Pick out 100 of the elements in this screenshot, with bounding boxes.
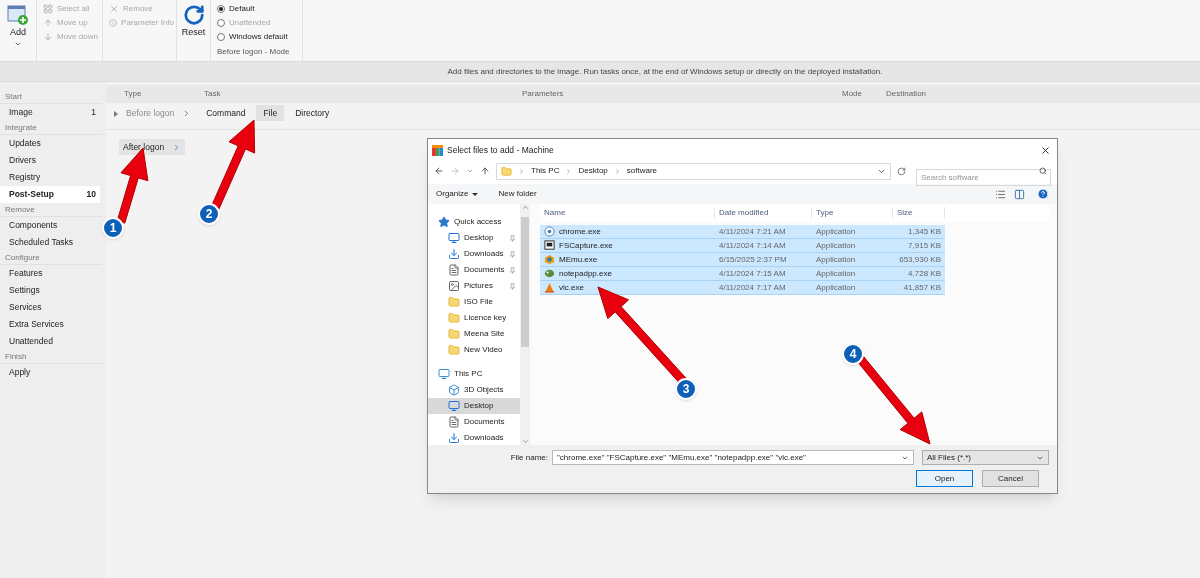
file-name: chrome.exe (559, 225, 601, 238)
task-option[interactable]: Directory (288, 105, 337, 121)
task-option[interactable]: Command (199, 105, 253, 121)
nav-item[interactable]: Quick access (428, 214, 520, 230)
column-header[interactable]: Date modified (715, 207, 812, 219)
folder-icon (448, 344, 460, 356)
nav-item[interactable]: 3D Objects (428, 382, 520, 398)
caret-icon[interactable] (466, 167, 474, 175)
nav-item[interactable]: Downloads (428, 246, 520, 262)
app-logo-icon (432, 144, 443, 156)
image-icon (448, 280, 460, 292)
sidebar-item[interactable]: Post-Setup 10 (0, 186, 100, 203)
scrollbar[interactable] (520, 204, 530, 445)
number-badge: 2 (198, 203, 220, 225)
preview-pane-icon[interactable] (1014, 188, 1025, 200)
filetype-dropdown[interactable]: All Files (*.*) (922, 450, 1049, 465)
file-row[interactable]: vlc.exe 4/11/2024 7:17 AM Application 41,857 KB (540, 281, 945, 295)
pin-icon (509, 266, 516, 274)
document-icon (448, 264, 460, 276)
path-segment[interactable]: Desktop (578, 165, 608, 177)
column-header[interactable]: Type (812, 207, 893, 219)
dialog-button[interactable]: Open (916, 470, 973, 487)
nav-item[interactable]: Licence key (428, 310, 520, 326)
path-segment[interactable]: This PC (531, 165, 560, 177)
folder-icon (501, 165, 512, 177)
nav-item[interactable]: New Video (428, 342, 520, 358)
star-icon (438, 216, 450, 228)
add-button[interactable]: Add (0, 0, 37, 61)
column-header[interactable]: Size (893, 207, 945, 219)
file-date: 4/11/2024 7:14 AM (718, 239, 787, 252)
file-size: 653,930 KB (898, 253, 942, 266)
nav-item[interactable]: Pictures (428, 278, 520, 294)
file-type: Application (815, 267, 857, 280)
app-icon (544, 226, 555, 237)
file-size: 1,345 KB (907, 225, 942, 238)
help-icon[interactable] (1037, 188, 1049, 200)
count-label: 1 (91, 106, 96, 119)
file-size: 41,857 KB (902, 281, 942, 294)
computer-icon (438, 368, 450, 380)
type-option[interactable]: After logon (119, 139, 186, 155)
nav-item[interactable]: Desktop (428, 230, 520, 246)
path-segment[interactable]: software (626, 165, 658, 177)
file-size: 7,915 KB (907, 239, 942, 252)
radio-option[interactable]: Default (217, 2, 302, 16)
search-field[interactable]: Search software (916, 168, 1051, 186)
close-icon (109, 4, 119, 14)
field-label: File name: (510, 451, 548, 464)
folder-icon (448, 296, 460, 308)
file-row[interactable]: notepadpp.exe 4/11/2024 7:15 AM Application 4,728 KB (540, 267, 945, 281)
dialog-button[interactable]: Cancel (982, 470, 1039, 487)
reset-button[interactable]: Reset (177, 0, 211, 61)
app-icon (544, 254, 555, 265)
file-row[interactable]: MEmu.exe 6/15/2025 2:37 PM Application 653,930 KB (540, 253, 945, 267)
radio-option[interactable]: Windows default (217, 30, 302, 44)
refresh-icon (182, 4, 205, 26)
file-name: FSCapture.exe (559, 239, 613, 252)
arrow-down-icon (43, 32, 53, 42)
task-option[interactable]: File (256, 105, 285, 121)
nav-item[interactable]: ISO File (428, 294, 520, 310)
view-icon[interactable] (995, 188, 1006, 200)
back-icon[interactable] (434, 166, 444, 176)
chevron-icon (613, 167, 621, 175)
column-header: Parameters (522, 88, 565, 100)
chevron-icon (565, 167, 573, 175)
nav-item[interactable]: Downloads (428, 430, 520, 446)
nav-item[interactable]: Meena Site (428, 326, 520, 342)
nav-item[interactable]: Documents (428, 414, 520, 430)
group-caption: Before logon - Mode (217, 46, 291, 58)
column-header[interactable]: Name (540, 207, 715, 219)
file-type: Application (815, 225, 857, 238)
chevron-icon (518, 167, 525, 175)
file-row[interactable]: FSCapture.exe 4/11/2024 7:14 AM Application 7,915 KB (540, 239, 945, 253)
folder-icon (448, 312, 460, 324)
monitor-icon (448, 232, 460, 244)
file-size: 4,728 KB (907, 267, 942, 280)
window-add-icon (7, 4, 29, 26)
file-type: Application (815, 239, 857, 252)
new-folder-button[interactable]: New folder (498, 188, 537, 200)
up-icon[interactable] (480, 166, 490, 176)
filename-field[interactable]: "chrome.exe" "FSCapture.exe" "MEmu.exe" "notepadpp.exe" "vlc.exe" (552, 450, 914, 465)
info-icon (109, 18, 118, 28)
screen-icon (544, 240, 555, 251)
organize-button[interactable]: Organize (436, 188, 479, 200)
nav-item[interactable]: This PC (428, 366, 520, 382)
file-date: 4/11/2024 7:15 AM (718, 267, 787, 280)
address-bar[interactable]: This PC Desktop software (496, 162, 891, 180)
file-date: 4/11/2024 7:17 AM (718, 281, 787, 294)
traffic-cone-icon (544, 282, 555, 293)
nav-item[interactable]: Desktop (428, 398, 520, 414)
scroll-down-icon[interactable] (521, 438, 529, 445)
info-text: Add files and directories to the image. Run tasks once, at the end of Windows setup or directly on the deployed installation. (446, 65, 883, 78)
column-header: Task (204, 88, 222, 100)
pin-icon (509, 250, 516, 258)
nav-item[interactable]: Documents (428, 262, 520, 278)
refresh-icon[interactable] (897, 166, 906, 176)
file-row[interactable]: chrome.exe 4/11/2024 7:21 AM Application 1,345 KB (540, 225, 945, 239)
pin-icon (509, 282, 516, 290)
file-type: Application (815, 281, 857, 294)
close-icon (1039, 144, 1051, 156)
scroll-up-icon[interactable] (521, 204, 529, 211)
